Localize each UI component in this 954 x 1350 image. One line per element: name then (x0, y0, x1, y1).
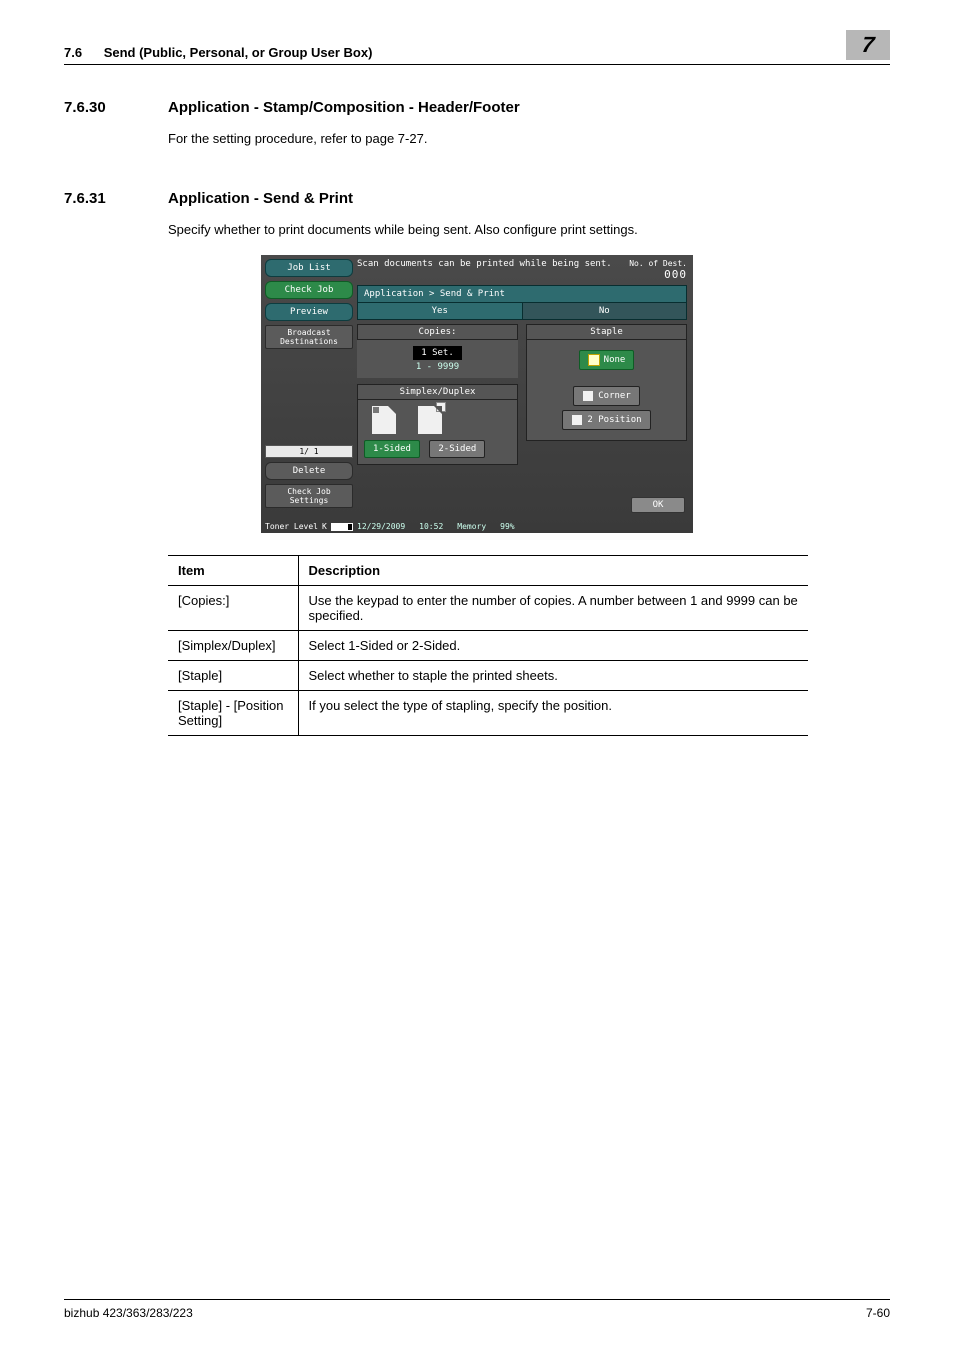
check-job-button[interactable]: Check Job (265, 281, 353, 299)
status-bar: 12/29/2009 10:52 Memory 99% (357, 522, 687, 531)
body-text: For the setting procedure, refer to page… (168, 130, 890, 148)
table-header-item: Item (168, 556, 298, 586)
copies-value: 1 Set. (413, 346, 462, 360)
staple-none-button[interactable]: None (579, 350, 635, 370)
copies-label: Copies: (357, 324, 518, 340)
table-row: [Staple] Select whether to staple the pr… (168, 661, 808, 691)
page-icon (588, 354, 600, 366)
job-list-button[interactable]: Job List (265, 259, 353, 277)
help-text: Scan documents can be printed while bein… (357, 259, 613, 269)
destination-counter: No. of Dest. 000 (629, 259, 687, 281)
section-number: 7.6 (64, 45, 82, 60)
status-memory-value: 99% (500, 522, 514, 531)
body-text: Specify whether to print documents while… (168, 221, 890, 239)
page-indicator: 1/ 1 (265, 445, 353, 458)
running-header: 7.6 Send (Public, Personal, or Group Use… (64, 45, 372, 60)
heading-title: Application - Stamp/Composition - Header… (168, 99, 520, 116)
device-screenshot: Job List Check Job Preview Broadcast Des… (261, 255, 693, 533)
simplex-duplex-label: Simplex/Duplex (357, 384, 518, 400)
footer-page: 7-60 (866, 1306, 890, 1320)
page-icon (582, 390, 594, 402)
one-sided-button[interactable]: 1-Sided (364, 440, 420, 458)
heading-number: 7.6.31 (64, 190, 144, 207)
delete-button[interactable]: Delete (265, 462, 353, 480)
status-time: 10:52 (419, 522, 443, 531)
heading-number: 7.6.30 (64, 99, 144, 116)
heading-title: Application - Send & Print (168, 190, 353, 207)
yes-button[interactable]: Yes (358, 303, 523, 319)
one-sided-icon (372, 406, 396, 434)
no-button[interactable]: No (523, 303, 687, 319)
toner-meter-icon (331, 523, 353, 531)
staple-label: Staple (526, 324, 687, 340)
table-row: [Simplex/Duplex] Select 1-Sided or 2-Sid… (168, 631, 808, 661)
preview-button[interactable]: Preview (265, 303, 353, 321)
broadcast-dest-button[interactable]: Broadcast Destinations (265, 325, 353, 349)
section-title: Send (Public, Personal, or Group User Bo… (104, 45, 373, 60)
table-row: [Staple] - [Position Setting] If you sel… (168, 691, 808, 736)
copies-range: 1 - 9999 (363, 362, 512, 372)
check-job-settings-button[interactable]: Check Job Settings (265, 484, 353, 508)
chapter-badge: 7 (846, 30, 890, 60)
toner-level: Toner Level K (265, 522, 353, 531)
breadcrumb: Application > Send & Print (357, 285, 687, 303)
status-date: 12/29/2009 (357, 522, 405, 531)
two-sided-button[interactable]: 2-Sided (429, 440, 485, 458)
table-row: [Copies:] Use the keypad to enter the nu… (168, 586, 808, 631)
table-header-description: Description (298, 556, 808, 586)
page-icon (571, 414, 583, 426)
footer-model: bizhub 423/363/283/223 (64, 1306, 193, 1320)
staple-corner-button[interactable]: Corner (573, 386, 640, 406)
two-sided-icon (418, 406, 442, 434)
staple-two-position-button[interactable]: 2 Position (562, 410, 650, 430)
status-memory-label: Memory (457, 522, 486, 531)
item-description-table: Item Description [Copies:] Use the keypa… (168, 555, 808, 736)
ok-button[interactable]: OK (631, 497, 685, 513)
